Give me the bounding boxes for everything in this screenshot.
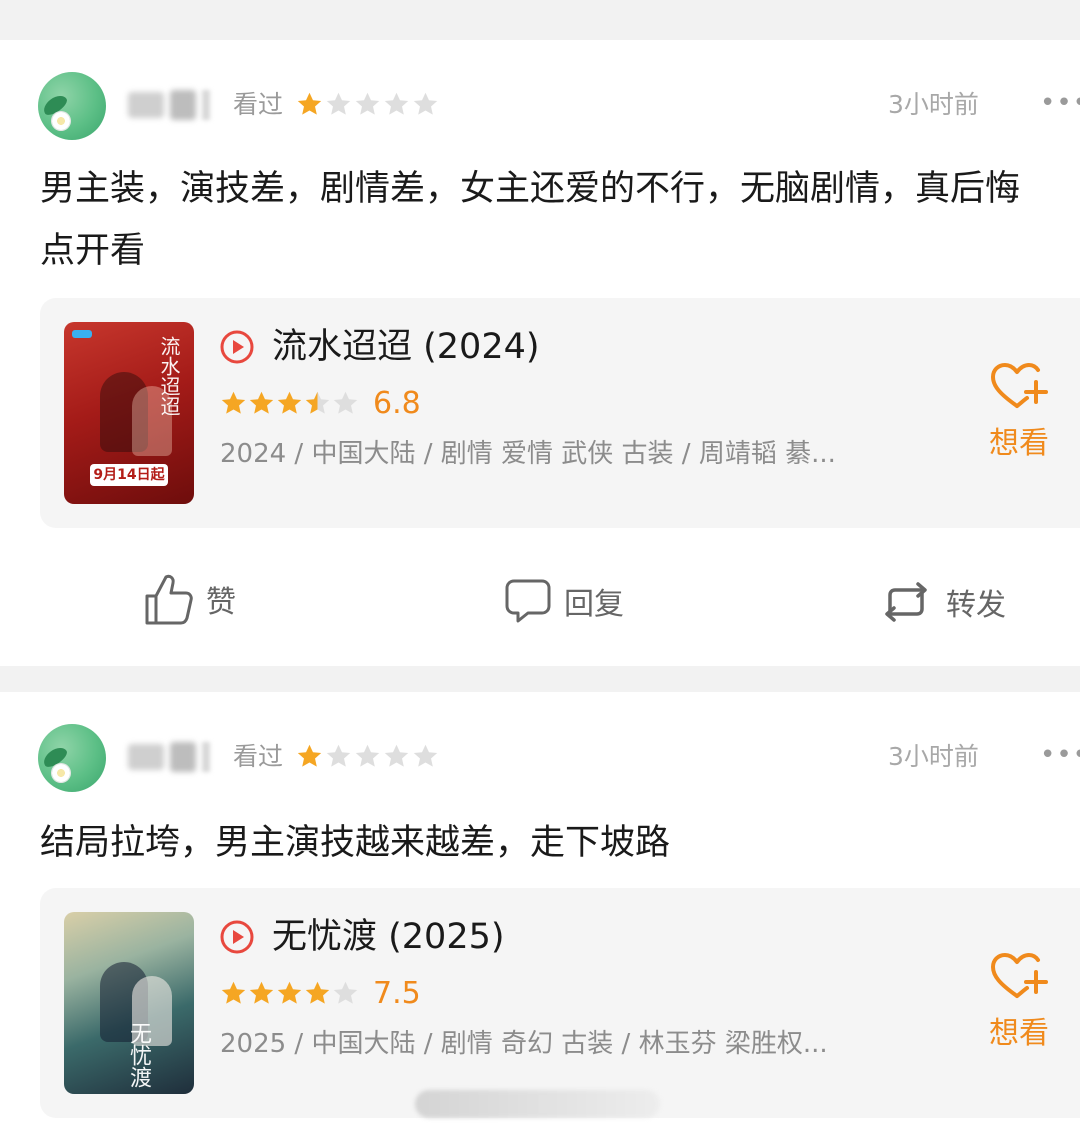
watch-status: 看过 — [233, 742, 284, 771]
want-label: 想看 — [989, 1016, 1049, 1051]
watch-status: 看过 — [233, 90, 284, 119]
username-redacted[interactable] — [128, 85, 222, 125]
watermark — [415, 1090, 660, 1118]
star-icon — [305, 981, 330, 1004]
timestamp: 3小时前 — [888, 742, 979, 771]
review-text: 结局拉垮，男主演技越来越差，走下坡路 — [40, 823, 671, 863]
star-icon — [297, 92, 322, 115]
star-icon — [277, 391, 302, 414]
repost-button[interactable]: 转发 — [878, 580, 1006, 624]
movie-title[interactable]: 流水迢迢 (2024) — [272, 325, 540, 369]
want-to-watch-button[interactable]: 想看 — [974, 952, 1064, 1054]
user-rating-stars — [296, 743, 439, 770]
want-to-watch-button[interactable]: 想看 — [974, 362, 1064, 464]
movie-rating-stars — [220, 390, 359, 417]
movie-card[interactable]: 无忧渡 无忧渡 (2025) 7.5 2025 / 中国大陆 / 剧情 奇幻 古… — [40, 888, 1080, 1118]
timestamp: 3小时前 — [888, 90, 979, 119]
thumbs-up-icon — [145, 574, 193, 625]
movie-rating-stars — [220, 980, 359, 1007]
star-icon — [326, 744, 351, 767]
avatar[interactable] — [38, 72, 106, 140]
star-icon — [333, 391, 358, 414]
review-card: 看过 3小时前 ••• 结局拉垮，男主演技越来越差，走下坡路 无忧渡 无忧渡 (… — [0, 692, 1080, 1129]
star-icon — [221, 981, 246, 1004]
poster-title: 流水迢迢 — [157, 336, 181, 416]
user-rating-stars — [296, 91, 439, 118]
repost-label: 转发 — [946, 588, 1006, 623]
comment-icon — [505, 579, 551, 623]
more-options-icon[interactable]: ••• — [1040, 735, 1080, 775]
heart-plus-icon — [991, 363, 1048, 408]
movie-poster[interactable]: 无忧渡 — [64, 912, 194, 1094]
star-icon — [297, 744, 322, 767]
star-icon — [249, 981, 274, 1004]
want-label: 想看 — [989, 426, 1049, 461]
movie-meta: 2025 / 中国大陆 / 剧情 奇幻 古装 / 林玉芬 梁胜权... — [220, 1029, 828, 1059]
star-icon — [277, 981, 302, 1004]
like-button[interactable]: 赞 — [144, 572, 236, 626]
play-icon[interactable] — [220, 920, 254, 954]
star-icon — [221, 391, 246, 414]
movie-score: 6.8 — [373, 386, 421, 421]
like-label: 赞 — [206, 585, 236, 620]
poster-date: 9月14日起 — [90, 464, 168, 486]
movie-card[interactable]: 流水迢迢 9月14日起 流水迢迢 (2024) 6.8 2024 / 中国大陆 … — [40, 298, 1080, 528]
movie-poster[interactable]: 流水迢迢 9月14日起 — [64, 322, 194, 504]
play-icon[interactable] — [220, 330, 254, 364]
review-text: 男主装，演技差，剧情差，女主还爱的不行，无脑剧情，真后悔点开看 — [40, 169, 1021, 271]
star-icon — [413, 92, 438, 115]
star-icon — [333, 981, 358, 1004]
poster-title: 无忧渡 — [126, 1022, 151, 1088]
heart-plus-icon — [991, 953, 1048, 998]
avatar[interactable] — [38, 724, 106, 792]
star-icon — [355, 744, 380, 767]
more-options-icon[interactable]: ••• — [1040, 83, 1080, 123]
movie-meta: 2024 / 中国大陆 / 剧情 爱情 武侠 古装 / 周靖韬 綦... — [220, 439, 836, 469]
star-icon — [355, 92, 380, 115]
star-icon — [413, 744, 438, 767]
star-icon — [384, 92, 409, 115]
star-icon — [305, 391, 330, 414]
movie-score: 7.5 — [373, 976, 421, 1011]
star-icon — [384, 744, 409, 767]
movie-title[interactable]: 无忧渡 (2025) — [272, 915, 505, 959]
reply-button[interactable]: 回复 — [504, 578, 624, 624]
star-icon — [326, 92, 351, 115]
username-redacted[interactable] — [128, 737, 222, 777]
review-card: 看过 3小时前 ••• 男主装，演技差，剧情差，女主还爱的不行，无脑剧情，真后悔… — [0, 40, 1080, 666]
star-icon — [249, 391, 274, 414]
repost-icon — [885, 582, 927, 622]
top-separator — [0, 0, 1080, 40]
reply-label: 回复 — [564, 587, 624, 622]
